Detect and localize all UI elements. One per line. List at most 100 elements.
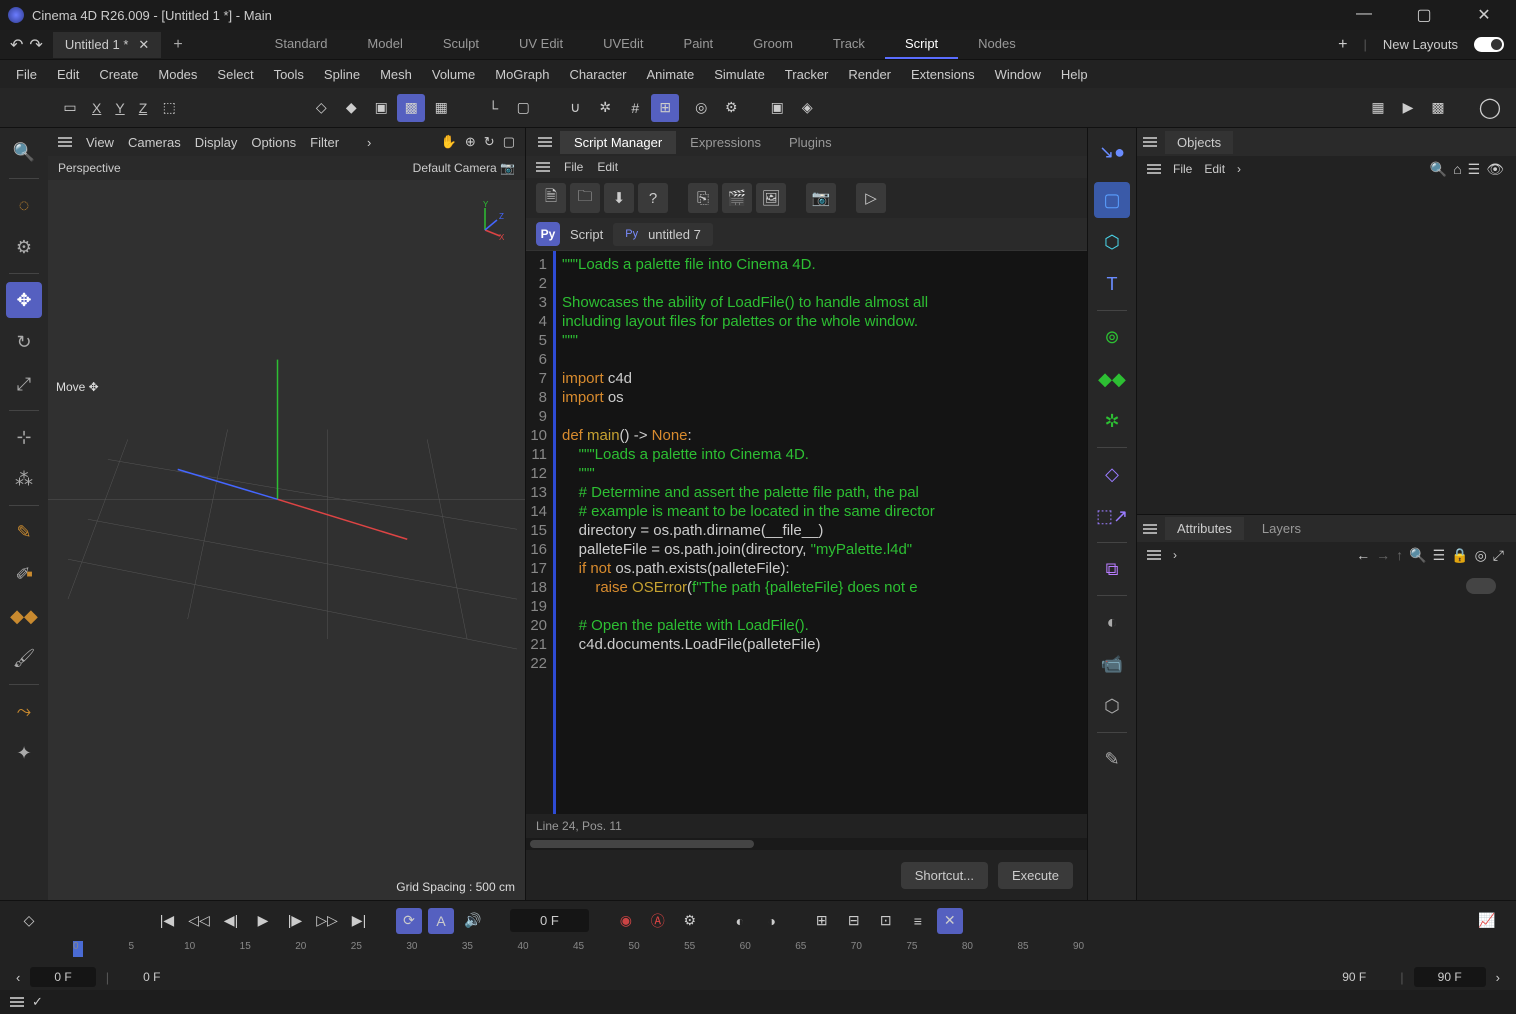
camera-icon[interactable]: 📷 [500,161,515,175]
chevron-right-icon[interactable]: › [1173,548,1177,562]
execute-button[interactable]: Execute [998,862,1073,889]
vp-menu-options[interactable]: Options [251,135,296,150]
vp-menu-cameras[interactable]: Cameras [128,135,181,150]
tab-objects[interactable]: Objects [1165,131,1233,154]
render-region-icon[interactable]: ▶ [1394,94,1422,122]
maximize-button[interactable]: ▢ [1404,5,1444,25]
new-script-icon[interactable]: 🗎 [536,183,566,213]
sound-icon[interactable]: 🔊 [460,908,486,934]
horizontal-scrollbar[interactable] [526,838,1087,850]
square-icon[interactable]: ▢ [509,94,537,122]
menu-edit[interactable]: Edit [47,63,89,86]
play-icon[interactable]: ▷ [856,183,886,213]
back-icon[interactable]: ← [1356,547,1370,564]
layout-tab-uv-edit[interactable]: UV Edit [499,30,583,59]
current-frame[interactable]: 0 F [510,909,589,932]
up-icon[interactable]: ↑ [1396,547,1403,564]
scale-tool-icon[interactable]: ⤢ [6,366,42,402]
loop-icon[interactable]: ⟳ [396,908,422,934]
text-icon[interactable]: T [1094,266,1130,302]
rotate-tool-icon[interactable]: ↻ [6,324,42,360]
hamburger-icon[interactable] [10,1001,24,1003]
cube-solid-icon[interactable]: ◆ [337,94,365,122]
end-frame-input[interactable]: 90 F [1414,967,1486,987]
menu-animate[interactable]: Animate [637,63,705,86]
menu-file[interactable]: File [6,63,47,86]
effector-icon[interactable]: ◆◆ [1094,361,1130,397]
layout-tab-track[interactable]: Track [813,30,885,59]
code-editor[interactable]: 12345678910111213141516171819202122 """L… [526,250,1087,814]
grid-snap-icon[interactable]: # [621,94,649,122]
redo-icon[interactable]: ↷ [29,35,42,55]
vp-menu-view[interactable]: View [86,135,114,150]
camera-tool-icon[interactable]: 📹 [1094,646,1130,682]
cloner-icon[interactable]: ⊚ [1094,319,1130,355]
menu-character[interactable]: Character [559,63,636,86]
go-end-icon[interactable]: ▶| [346,908,372,934]
image-icon[interactable]: 🖼 [756,183,786,213]
effect-icon[interactable]: ✦ [6,735,42,771]
history-icon[interactable]: ▭ [56,94,84,122]
lock-icon[interactable]: 🔒 [1451,547,1468,564]
menu-create[interactable]: Create [89,63,148,86]
timeline-ruler[interactable]: 051015202530354045505560657075808590 [0,941,1516,965]
menu-volume[interactable]: Volume [422,63,485,86]
search-icon[interactable]: 🔍 [1430,161,1447,178]
menu-window[interactable]: Window [985,63,1051,86]
attr-toggle[interactable] [1466,578,1496,594]
axis-z[interactable]: Z [133,100,154,116]
add-layout-button[interactable]: + [1338,36,1347,54]
graph-icon[interactable]: 📈 [1474,908,1500,934]
objects-menu-file[interactable]: File [1173,162,1192,176]
menu-tools[interactable]: Tools [264,63,314,86]
attributes-body[interactable] [1137,568,1516,900]
prev-key-icon[interactable]: ◁◁ [186,908,212,934]
vp-menu-filter[interactable]: Filter [310,135,339,150]
menu-modes[interactable]: Modes [148,63,207,86]
zoom-icon[interactable]: ⊕ [465,134,476,150]
target-attr-icon[interactable]: ◎ [1475,547,1487,564]
hamburger-icon[interactable] [1143,528,1157,530]
picture-viewer-icon[interactable]: ◯ [1476,94,1504,122]
pan-icon[interactable]: ✋ [441,134,457,150]
new-layouts-label[interactable]: New Layouts [1383,37,1458,52]
dynamics-icon[interactable]: ◐ [1094,604,1130,640]
hamburger-icon[interactable] [1147,168,1161,170]
clapper-icon[interactable]: 🎬 [722,183,752,213]
cube-outline-icon[interactable]: ◇ [307,94,335,122]
orbit-icon[interactable]: ↻ [484,134,495,150]
world-axis-icon[interactable]: ⬚ [155,94,183,122]
light-icon[interactable]: ⬡ [1094,688,1130,724]
sketch-icon[interactable]: ✐■ [6,556,42,592]
vp-menu-display[interactable]: Display [195,135,238,150]
layout-tab-groom[interactable]: Groom [733,30,813,59]
tab-plugins[interactable]: Plugins [775,131,846,154]
path-icon[interactable]: ⤳ [6,693,42,729]
timeline-icon[interactable]: ≡ [905,908,931,934]
scatter-icon[interactable]: ⁂ [6,461,42,497]
magnet-icon[interactable]: ∪ [561,94,589,122]
objects-tree[interactable] [1137,182,1516,514]
render-settings-icon[interactable]: ▩ [1424,94,1452,122]
cube-shaded-icon[interactable]: ▣ [367,94,395,122]
move-tool-icon[interactable]: ✥ [6,282,42,318]
tab-expressions[interactable]: Expressions [676,131,775,154]
filter-attr-icon[interactable]: ☰ [1433,547,1446,564]
document-tab[interactable]: Untitled 1 * ✕ [53,32,162,58]
live-select-icon[interactable]: ◌ [6,187,42,223]
rot-key-icon[interactable]: ◑ [759,908,785,934]
prev-frame-icon[interactable]: ◀| [218,908,244,934]
key-settings-icon[interactable]: ⚙ [677,908,703,934]
range-end[interactable]: 90 F [1318,967,1390,987]
menu-mograph[interactable]: MoGraph [485,63,559,86]
grid-snap-active-icon[interactable]: ⊞ [651,94,679,122]
menu-simulate[interactable]: Simulate [704,63,775,86]
copy-icon[interactable]: ⎘ [688,183,718,213]
gear-icon[interactable]: ⚙ [717,94,745,122]
filter-icon[interactable]: ☰ [1468,161,1481,178]
range-start[interactable]: 0 F [119,967,184,987]
script-dropdown[interactable]: Py untitled 7 [613,223,713,246]
hamburger-icon[interactable] [1143,141,1157,143]
generator-icon[interactable]: ⬚↗ [1094,498,1130,534]
fcurve-icon[interactable]: ⊟ [841,908,867,934]
